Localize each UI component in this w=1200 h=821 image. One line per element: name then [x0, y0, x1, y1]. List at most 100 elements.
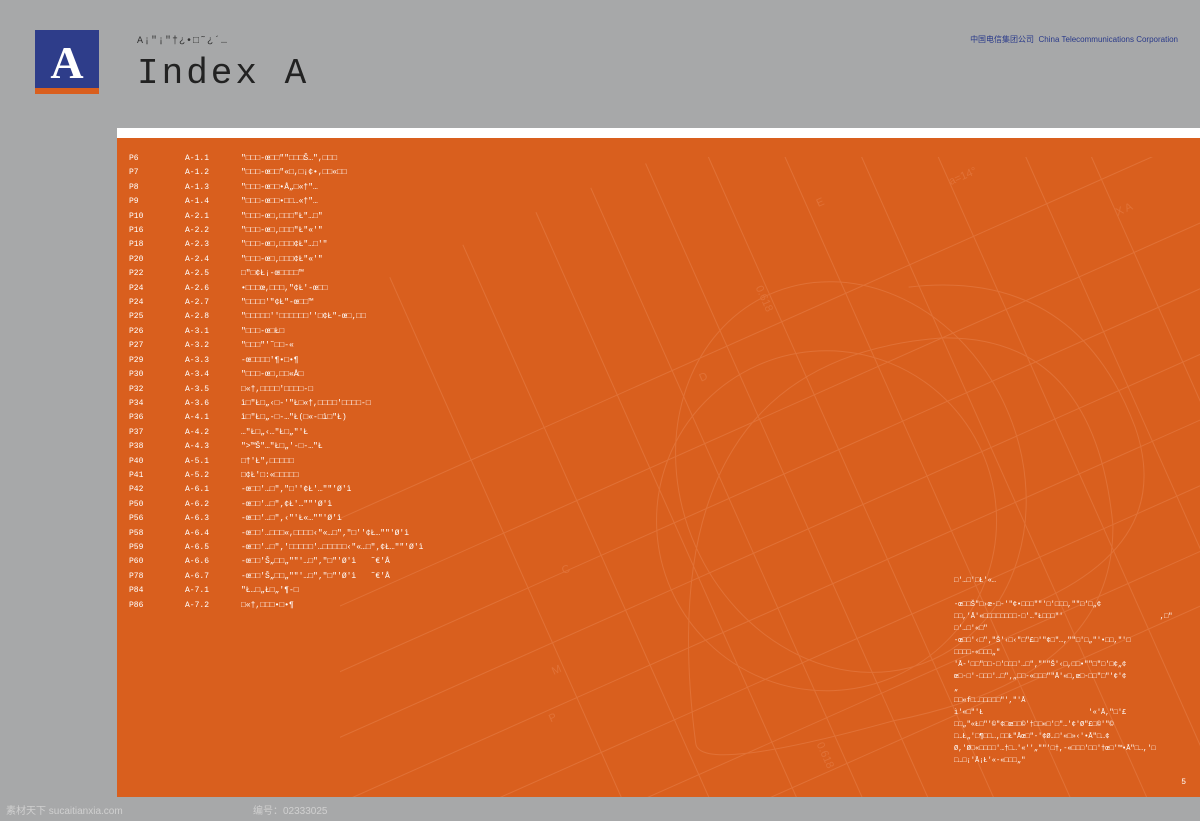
index-desc: □«†,□□□•□•¶ [241, 599, 294, 613]
index-desc: "□□□-œ□□•□□…«†"… [241, 195, 318, 209]
index-row: P37A-4.2…"Ł□„‹…"Ł□„"'Ł [129, 426, 423, 440]
divider-bar [117, 128, 1200, 138]
index-row: P29A-3.3-œ□□□□'¶•□•¶ [129, 354, 423, 368]
index-row: P34A-3.6ì□"Ł□„‹□-'"Ł□«†,□□□□'□□□□-□ [129, 397, 423, 411]
index-page: P7 [129, 166, 185, 180]
index-code: A-6.5 [185, 541, 241, 555]
header-left: A A¡"¡"†¿•□˜¿´… Index A [35, 30, 309, 94]
index-desc: "□□□-œ□□•Å„□«†"… [241, 181, 318, 195]
index-page: P24 [129, 282, 185, 296]
index-row: P25A-2.8"□□□□□''□□□□□□''□¢Ł"-œ□‚□□ [129, 310, 423, 324]
index-desc: "□□□-œ□‚□□□"Ł"«'" [241, 224, 323, 238]
index-page: P9 [129, 195, 185, 209]
index-code: A-2.3 [185, 238, 241, 252]
index-page: P18 [129, 238, 185, 252]
index-desc: "□□□-œ□Ł□ [241, 325, 284, 339]
index-desc: -œ□□'…□"‚‹"'Ł«…""'Ø'ì [241, 512, 342, 526]
index-row: P8A-1.3"□□□-œ□□•Å„□«†"… [129, 181, 423, 195]
index-page: P27 [129, 339, 185, 353]
index-list: P6A-1.1"□□□-œ□□""□□□Š…",□□□P7A-1.2"□□□-œ… [129, 152, 423, 613]
index-row: P24A-2.6•□□□œ,□□□,"¢Ł'-œ□□ [129, 282, 423, 296]
index-code: A-1.2 [185, 166, 241, 180]
index-row: P22A-2.5□"□¢Ł¡-œ□□□□™ [129, 267, 423, 281]
index-desc: -œ□□□□'¶•□•¶ [241, 354, 299, 368]
index-code: A-2.8 [185, 310, 241, 324]
notes-block: □'…□'□Ł'«… -œ□□Š"□›œ-□-'"¢•□□□""'□'□□□,"… [954, 575, 1194, 767]
index-desc: -œ□□'Š„□□„""'…□"‚"□"'Ø'ì ˜€'Å [241, 555, 390, 569]
index-page: P25 [129, 310, 185, 324]
index-row: P59A-6.5-œ□□'…□"‚'□□□□□'…□□□□□‹"«…□"‚¢Ł…… [129, 541, 423, 555]
index-row: P56A-6.3-œ□□'…□"‚‹"'Ł«…""'Ø'ì [129, 512, 423, 526]
index-row: P86A-7.2□«†,□□□•□•¶ [129, 599, 423, 613]
index-desc: -œ□□'…□"‚¢Ł'…""'Ø'ì [241, 498, 332, 512]
index-desc: -œ□□'…□"‚'□□□□□'…□□□□□‹"«…□"‚¢Ł…""'Ø'ì [241, 541, 423, 555]
index-code: A-3.5 [185, 383, 241, 397]
index-row: P78A-6.7-œ□□'Š„□□„""'…□"‚"□"'Ø'ì ˜€'Å [129, 570, 423, 584]
index-page: P59 [129, 541, 185, 555]
index-code: A-6.1 [185, 483, 241, 497]
index-desc: "□□□-œ□‚□□□¢Ł"«'" [241, 253, 323, 267]
index-page: P30 [129, 368, 185, 382]
index-row: P20A-2.4"□□□-œ□‚□□□¢Ł"«'" [129, 253, 423, 267]
svg-text:C: C [560, 563, 572, 577]
index-row: P58A-6.4-œ□□'…□□□«,□□□□‹"«…□"‚"□''¢Ł…""'… [129, 527, 423, 541]
index-page: P8 [129, 181, 185, 195]
index-desc: -œ□□'…□"‚"□''¢Ł'…""'Ø'ì [241, 483, 351, 497]
svg-text:E: E [815, 196, 827, 210]
index-code: A-4.2 [185, 426, 241, 440]
index-page: P32 [129, 383, 185, 397]
index-row: P18A-2.3"□□□-œ□‚□□□¢Ł"…□'" [129, 238, 423, 252]
index-desc: □«†,□□□□'□□□□-□ [241, 383, 313, 397]
page-title: Index A [137, 53, 309, 94]
index-row: P27A-3.2"□□□"'˜□□-« [129, 339, 423, 353]
index-desc: "□□□-œ□‚□□□"Ł"…□" [241, 210, 323, 224]
index-desc: "□□□□'"¢Ł"-œ□□™ [241, 296, 313, 310]
index-code: A-6.7 [185, 570, 241, 584]
index-page: P42 [129, 483, 185, 497]
index-page: P6 [129, 152, 185, 166]
index-code: A-4.1 [185, 411, 241, 425]
index-desc: •□□□œ,□□□,"¢Ł'-œ□□ [241, 282, 327, 296]
index-code: A-1.4 [185, 195, 241, 209]
company-name: 中国电信集团公司 China Telecommunications Corpor… [970, 34, 1178, 45]
index-code: A-3.2 [185, 339, 241, 353]
logo-underline [35, 88, 99, 94]
index-row: P10A-2.1"□□□-œ□‚□□□"Ł"…□" [129, 210, 423, 224]
index-code: A-4.3 [185, 440, 241, 454]
index-desc: -œ□□'…□□□«,□□□□‹"«…□"‚"□''¢Ł…""'Ø'ì [241, 527, 409, 541]
index-desc: -œ□□'Š„□□„""'…□"‚"□"'Ø'ì ˜€'Å [241, 570, 390, 584]
index-page: P84 [129, 584, 185, 598]
index-page: P37 [129, 426, 185, 440]
index-code: A-2.1 [185, 210, 241, 224]
svg-text:X A: X A [1114, 200, 1135, 218]
page-number: 5 [1181, 778, 1186, 787]
index-desc: ì□"Ł□„‹□-'"Ł□«†,□□□□'□□□□-□ [241, 397, 371, 411]
company-en: China Telecommunications Corporation [1039, 35, 1178, 44]
index-row: P26A-3.1"□□□-œ□Ł□ [129, 325, 423, 339]
index-code: A-7.1 [185, 584, 241, 598]
index-desc: "□□□-œ□□""□□□Š…",□□□ [241, 152, 337, 166]
watermark-site: 素材天下 sucaitianxia.com [6, 802, 123, 817]
index-code: A-5.2 [185, 469, 241, 483]
index-code: A-6.2 [185, 498, 241, 512]
index-page: P40 [129, 455, 185, 469]
index-code: A-2.6 [185, 282, 241, 296]
index-page: P38 [129, 440, 185, 454]
index-row: P40A-5.1□†'Ł",□□□□□ [129, 455, 423, 469]
section-logo: A [35, 30, 99, 94]
index-page: P22 [129, 267, 185, 281]
index-row: P16A-2.2"□□□-œ□‚□□□"Ł"«'" [129, 224, 423, 238]
index-page: P16 [129, 224, 185, 238]
index-code: A-2.5 [185, 267, 241, 281]
index-code: A-7.2 [185, 599, 241, 613]
index-page: P24 [129, 296, 185, 310]
index-desc: □¢Ł'□:«□□□□□ [241, 469, 299, 483]
index-row: P30A-3.4"□□□-œ□‚□□«Å□ [129, 368, 423, 382]
index-code: A-6.4 [185, 527, 241, 541]
index-desc: …"Ł□„‹…"Ł□„"'Ł [241, 426, 308, 440]
index-desc: □†'Ł",□□□□□ [241, 455, 294, 469]
index-row: P6A-1.1"□□□-œ□□""□□□Š…",□□□ [129, 152, 423, 166]
svg-text:D: D [697, 370, 709, 384]
index-row: P7A-1.2"□□□-œ□□"«□,□¡¢•,□□«□□ [129, 166, 423, 180]
index-code: A-6.6 [185, 555, 241, 569]
